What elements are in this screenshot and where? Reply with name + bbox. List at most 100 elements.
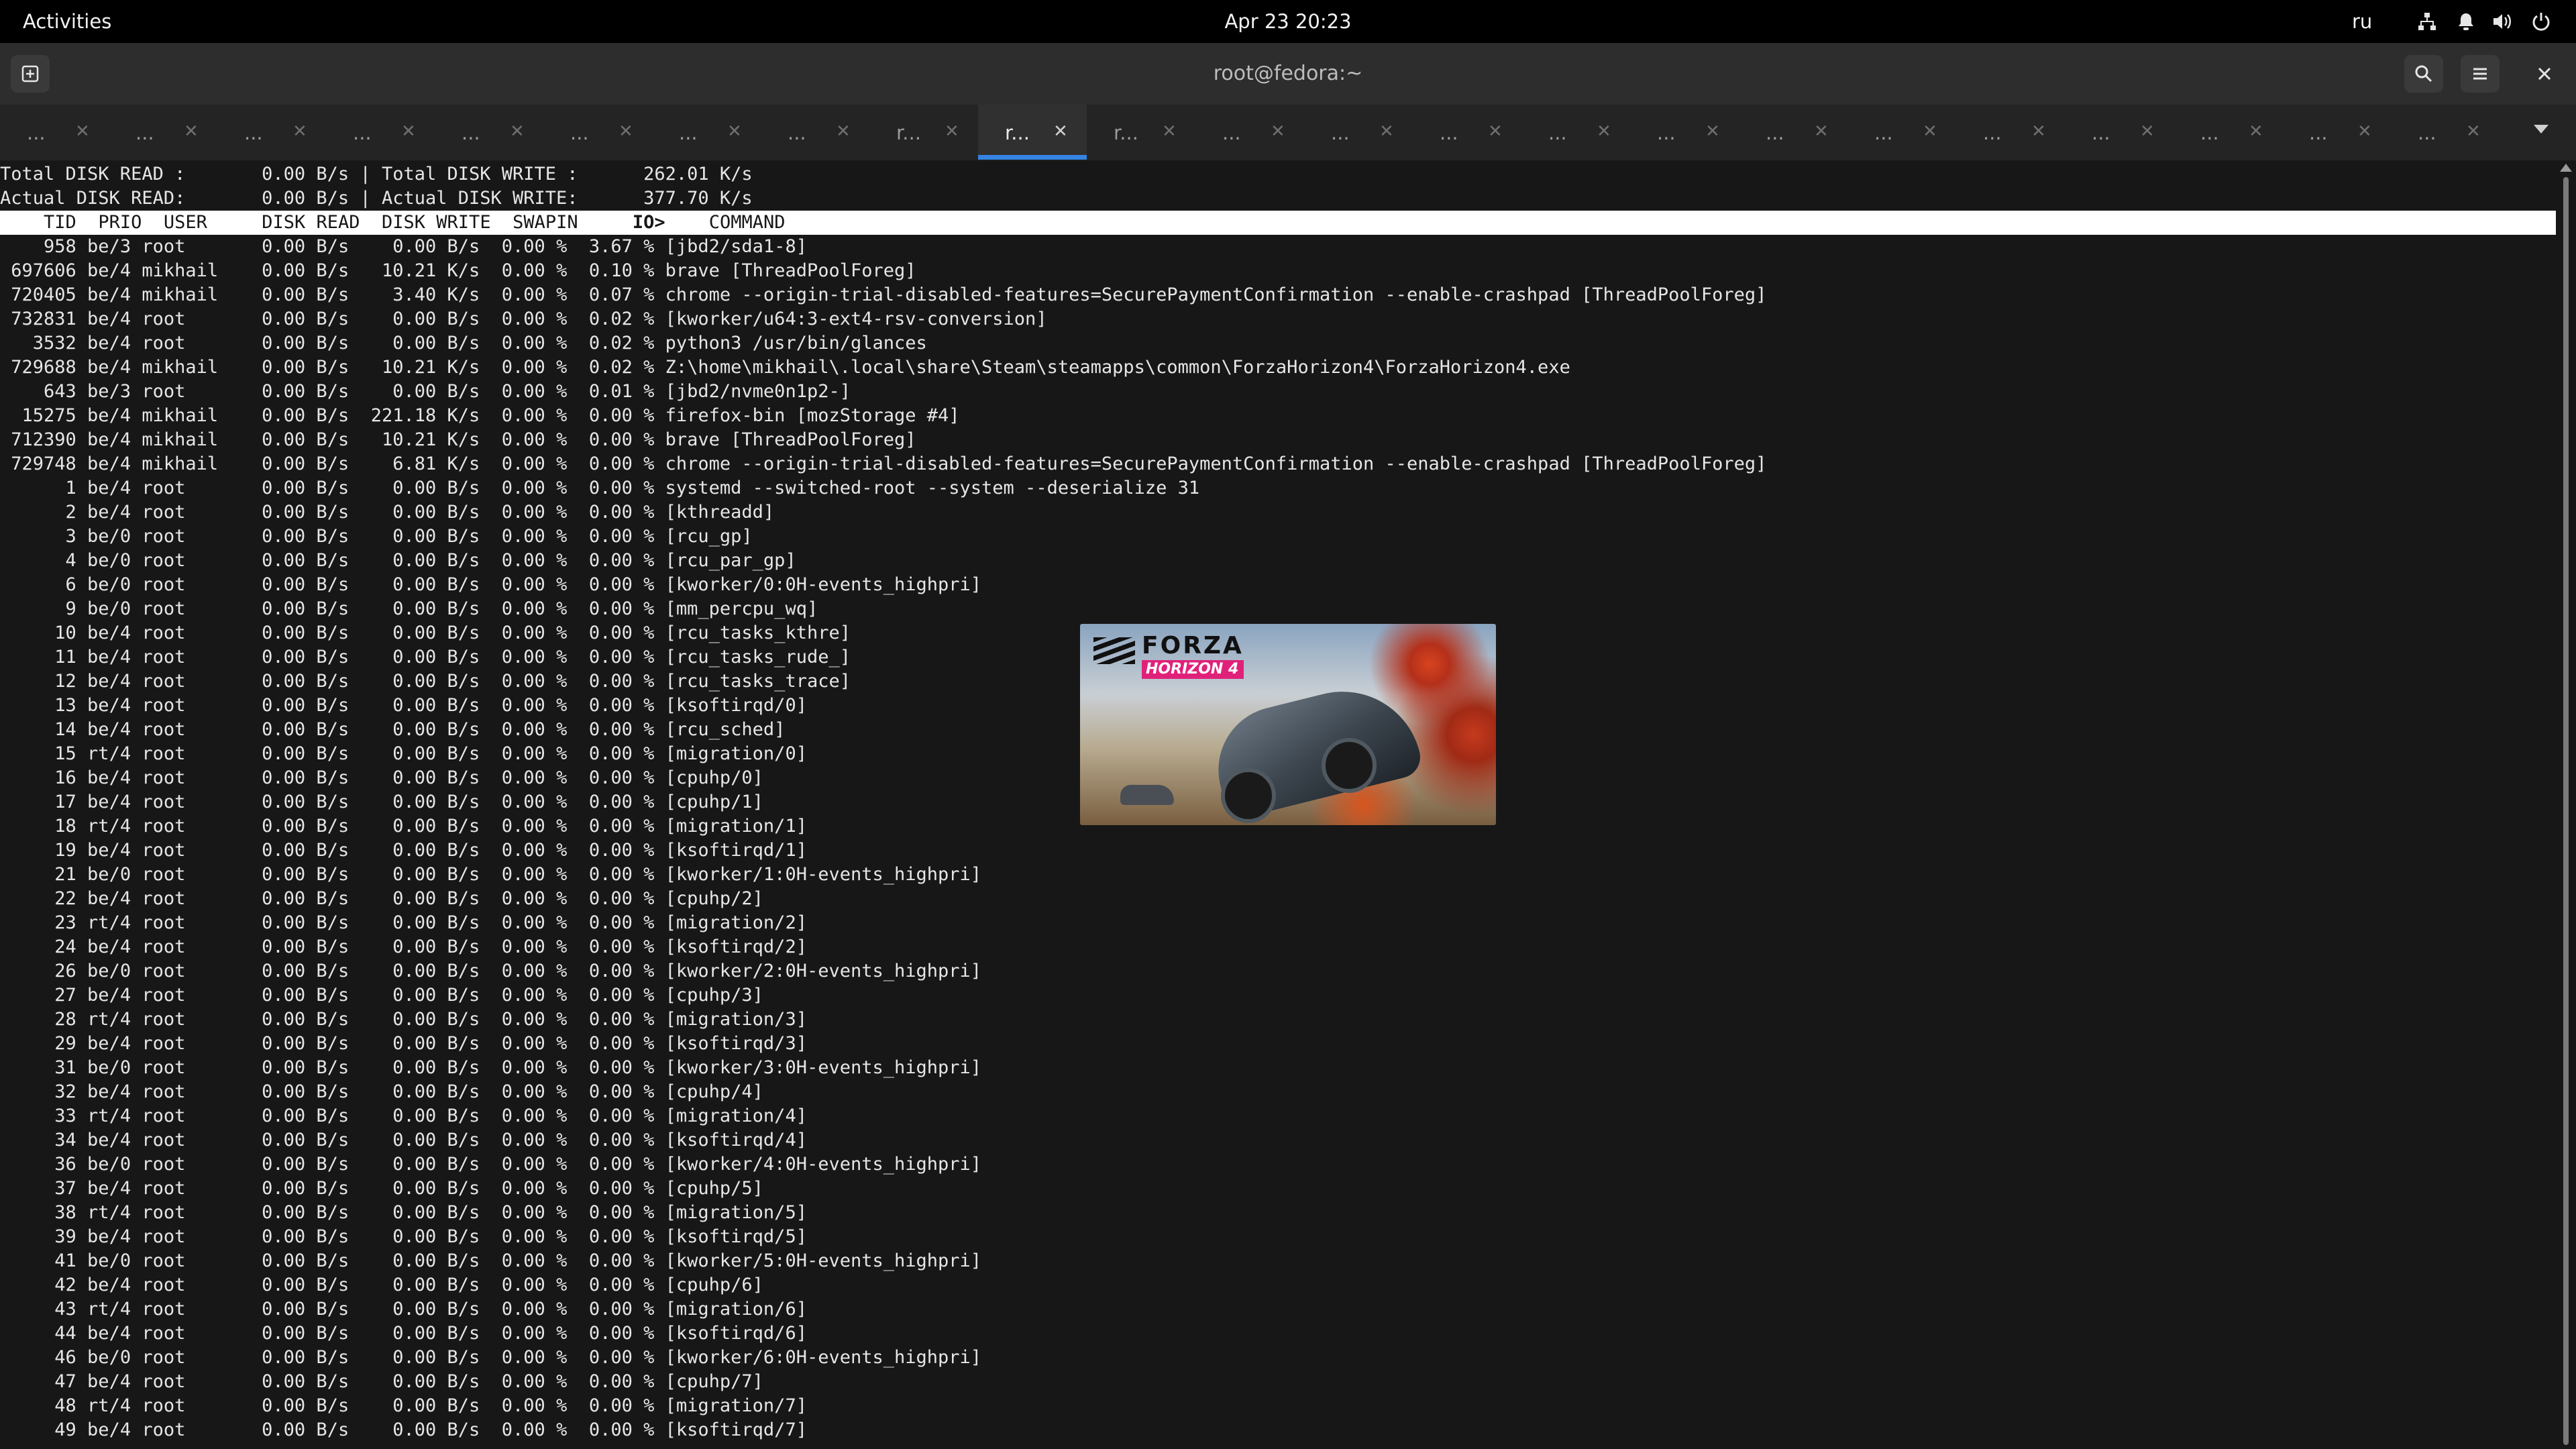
table-row[interactable]: 4 be/0 root 0.00 B/s 0.00 B/s 0.00 % 0.0… — [0, 549, 796, 573]
close-tab-icon[interactable]: ✕ — [1488, 105, 1503, 158]
table-row[interactable]: 17 be/4 root 0.00 B/s 0.00 B/s 0.00 % 0.… — [0, 790, 763, 814]
close-tab-icon[interactable]: ✕ — [2140, 105, 2155, 158]
close-tab-icon[interactable]: ✕ — [1271, 105, 1285, 158]
chevron-down-icon[interactable] — [2534, 125, 2548, 133]
table-row[interactable]: 21 be/0 root 0.00 B/s 0.00 B/s 0.00 % 0.… — [0, 863, 981, 887]
table-row[interactable]: 23 rt/4 root 0.00 B/s 0.00 B/s 0.00 % 0.… — [0, 911, 807, 935]
table-row[interactable]: 6 be/0 root 0.00 B/s 0.00 B/s 0.00 % 0.0… — [0, 573, 982, 597]
tab[interactable]: ... ✕ — [1195, 105, 1304, 160]
tab[interactable]: ... ✕ — [1304, 105, 1413, 160]
close-tab-icon[interactable]: ✕ — [1923, 105, 1937, 158]
table-row[interactable]: 49 be/4 root 0.00 B/s 0.00 B/s 0.00 % 0.… — [0, 1418, 807, 1442]
table-row[interactable]: 3532 be/4 root 0.00 B/s 0.00 B/s 0.00 % … — [0, 331, 927, 356]
menu-button[interactable] — [2461, 55, 2500, 93]
table-row[interactable]: 33 rt/4 root 0.00 B/s 0.00 B/s 0.00 % 0.… — [0, 1104, 807, 1128]
table-row[interactable]: 29 be/4 root 0.00 B/s 0.00 B/s 0.00 % 0.… — [0, 1032, 807, 1056]
table-row[interactable]: 12 be/4 root 0.00 B/s 0.00 B/s 0.00 % 0.… — [0, 669, 851, 694]
table-row[interactable]: 16 be/4 root 0.00 B/s 0.00 B/s 0.00 % 0.… — [0, 766, 763, 790]
power-icon[interactable] — [2528, 0, 2555, 43]
table-row[interactable]: 47 be/4 root 0.00 B/s 0.00 B/s 0.00 % 0.… — [0, 1370, 763, 1394]
close-tab-icon[interactable]: ✕ — [1597, 105, 1611, 158]
tab[interactable]: ... ✕ — [217, 105, 326, 160]
close-tab-icon[interactable]: ✕ — [836, 105, 851, 158]
close-tab-icon[interactable]: ✕ — [292, 105, 307, 158]
table-row[interactable]: 41 be/0 root 0.00 B/s 0.00 B/s 0.00 % 0.… — [0, 1249, 981, 1273]
keyboard-layout-indicator[interactable]: ru — [2352, 0, 2372, 43]
close-tab-icon[interactable]: ✕ — [1705, 105, 1720, 158]
table-row[interactable]: 37 be/4 root 0.00 B/s 0.00 B/s 0.00 % 0.… — [0, 1177, 763, 1201]
scrollbar-thumb[interactable] — [2563, 177, 2569, 1445]
close-tab-icon[interactable]: ✕ — [1053, 105, 1068, 158]
tab[interactable]: ... ✕ — [2174, 105, 2282, 160]
tab[interactable]: ... ✕ — [326, 105, 435, 160]
tab[interactable]: ... ✕ — [1956, 105, 2065, 160]
table-row[interactable]: 19 be/4 root 0.00 B/s 0.00 B/s 0.00 % 0.… — [0, 839, 807, 863]
tab[interactable]: ... ✕ — [2282, 105, 2391, 160]
table-row[interactable]: 24 be/4 root 0.00 B/s 0.00 B/s 0.00 % 0.… — [0, 935, 807, 959]
table-row[interactable]: 48 rt/4 root 0.00 B/s 0.00 B/s 0.00 % 0.… — [0, 1394, 807, 1418]
tab[interactable]: ... ✕ — [1521, 105, 1630, 160]
volume-icon[interactable] — [2489, 0, 2516, 43]
tab[interactable]: ... ✕ — [435, 105, 543, 160]
table-row[interactable]: 958 be/3 root 0.00 B/s 0.00 B/s 0.00 % 3… — [0, 235, 807, 259]
close-tab-icon[interactable]: ✕ — [1379, 105, 1394, 158]
close-tab-icon[interactable]: ✕ — [184, 105, 199, 158]
tab[interactable]: r... ✕ — [869, 105, 978, 160]
search-button[interactable] — [2404, 55, 2443, 93]
tab[interactable]: ... ✕ — [1739, 105, 1847, 160]
table-row[interactable]: 46 be/0 root 0.00 B/s 0.00 B/s 0.00 % 0.… — [0, 1346, 981, 1370]
close-tab-icon[interactable]: ✕ — [75, 105, 90, 158]
table-row[interactable]: 38 rt/4 root 0.00 B/s 0.00 B/s 0.00 % 0.… — [0, 1201, 807, 1225]
bell-icon[interactable] — [2453, 0, 2479, 43]
close-tab-icon[interactable]: ✕ — [510, 105, 525, 158]
close-tab-icon[interactable]: ✕ — [2031, 105, 2046, 158]
tab[interactable]: r... ✕ — [978, 105, 1087, 160]
table-row[interactable]: 43 rt/4 root 0.00 B/s 0.00 B/s 0.00 % 0.… — [0, 1297, 807, 1322]
table-row[interactable]: 15 rt/4 root 0.00 B/s 0.00 B/s 0.00 % 0.… — [0, 742, 807, 766]
tab[interactable]: ... ✕ — [0, 105, 109, 160]
tab[interactable]: ... ✕ — [2391, 105, 2500, 160]
table-row[interactable]: 729748 be/4 mikhail 0.00 B/s 6.81 K/s 0.… — [0, 452, 1766, 476]
tab[interactable]: ... ✕ — [1847, 105, 1956, 160]
table-row[interactable]: 11 be/4 root 0.00 B/s 0.00 B/s 0.00 % 0.… — [0, 645, 851, 669]
tab[interactable]: ... ✕ — [1413, 105, 1521, 160]
close-tab-icon[interactable]: ✕ — [945, 105, 959, 158]
table-row[interactable]: 42 be/4 root 0.00 B/s 0.00 B/s 0.00 % 0.… — [0, 1273, 763, 1297]
table-row[interactable]: 720405 be/4 mikhail 0.00 B/s 3.40 K/s 0.… — [0, 283, 1766, 307]
table-row[interactable]: 2 be/4 root 0.00 B/s 0.00 B/s 0.00 % 0.0… — [0, 500, 775, 525]
table-row[interactable]: 39 be/4 root 0.00 B/s 0.00 B/s 0.00 % 0.… — [0, 1225, 807, 1249]
clock[interactable]: Apr 23 20:23 — [0, 0, 2576, 43]
close-tab-icon[interactable]: ✕ — [619, 105, 633, 158]
scrollbar[interactable] — [2557, 161, 2576, 1449]
table-row[interactable]: 27 be/4 root 0.00 B/s 0.00 B/s 0.00 % 0.… — [0, 983, 763, 1008]
table-row[interactable]: 729688 be/4 mikhail 0.00 B/s 10.21 K/s 0… — [0, 356, 1570, 380]
tab[interactable]: ... ✕ — [652, 105, 761, 160]
table-row[interactable]: 15275 be/4 mikhail 0.00 B/s 221.18 K/s 0… — [0, 404, 960, 428]
table-row[interactable]: 22 be/4 root 0.00 B/s 0.00 B/s 0.00 % 0.… — [0, 887, 763, 911]
close-tab-icon[interactable]: ✕ — [2249, 105, 2263, 158]
table-row[interactable]: 13 be/4 root 0.00 B/s 0.00 B/s 0.00 % 0.… — [0, 694, 807, 718]
close-tab-icon[interactable]: ✕ — [2357, 105, 2372, 158]
tab[interactable]: ... ✕ — [2065, 105, 2174, 160]
close-tab-icon[interactable]: ✕ — [1814, 105, 1829, 158]
table-row[interactable]: 31 be/0 root 0.00 B/s 0.00 B/s 0.00 % 0.… — [0, 1056, 981, 1080]
tab[interactable]: r... ✕ — [1087, 105, 1195, 160]
network-icon[interactable] — [2414, 0, 2440, 43]
close-window-button[interactable] — [2525, 55, 2564, 93]
table-row[interactable]: 36 be/0 root 0.00 B/s 0.00 B/s 0.00 % 0.… — [0, 1152, 981, 1177]
table-row[interactable]: 3 be/0 root 0.00 B/s 0.00 B/s 0.00 % 0.0… — [0, 525, 753, 549]
tab[interactable]: ... ✕ — [543, 105, 652, 160]
tab[interactable]: ... ✕ — [761, 105, 869, 160]
scroll-up-icon[interactable] — [2560, 164, 2572, 172]
table-row[interactable]: 732831 be/4 root 0.00 B/s 0.00 B/s 0.00 … — [0, 307, 1046, 331]
table-row[interactable]: 28 rt/4 root 0.00 B/s 0.00 B/s 0.00 % 0.… — [0, 1008, 807, 1032]
table-row[interactable]: 34 be/4 root 0.00 B/s 0.00 B/s 0.00 % 0.… — [0, 1128, 807, 1152]
table-row[interactable]: 697606 be/4 mikhail 0.00 B/s 10.21 K/s 0… — [0, 259, 916, 283]
table-row[interactable]: 32 be/4 root 0.00 B/s 0.00 B/s 0.00 % 0.… — [0, 1080, 763, 1104]
tab[interactable]: ... ✕ — [109, 105, 217, 160]
close-tab-icon[interactable]: ✕ — [401, 105, 416, 158]
table-row[interactable]: 1 be/4 root 0.00 B/s 0.00 B/s 0.00 % 0.0… — [0, 476, 1200, 500]
table-row[interactable]: 14 be/4 root 0.00 B/s 0.00 B/s 0.00 % 0.… — [0, 718, 785, 742]
close-tab-icon[interactable]: ✕ — [1162, 105, 1177, 158]
tab[interactable]: ... ✕ — [1630, 105, 1739, 160]
